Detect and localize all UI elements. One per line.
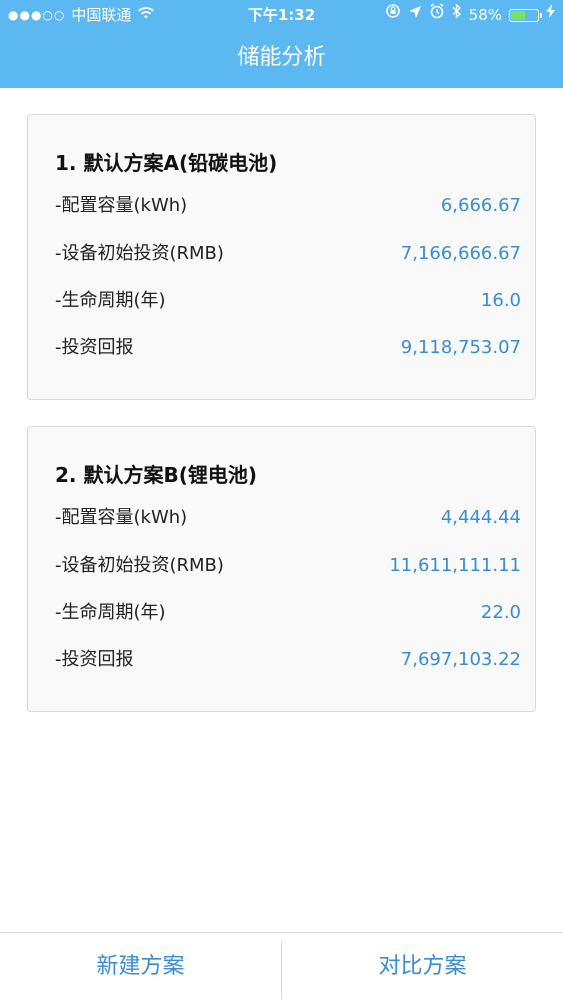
plan-title: 1. 默认方案A(铅碳电池) [55,151,278,175]
row-label: -生命周期(年) [55,290,166,311]
row-label: -投资回报 [55,337,134,358]
row-value: 9,118,753.07 [400,337,521,358]
row-label: -投资回报 [55,649,134,670]
plan-card-a[interactable]: 1. 默认方案A(铅碳电池) -配置容量(kWh) 6,666.67 -设备初始… [27,114,536,400]
plan-row-lifecycle: -生命周期(年) 16.0 [55,286,521,316]
bluetooth-icon [452,0,462,30]
plan-row-investment: -设备初始投资(RMB) 7,166,666.67 [55,239,521,269]
plan-row-lifecycle: -生命周期(年) 22.0 [55,598,521,628]
row-label: -设备初始投资(RMB) [55,243,224,264]
nav-bar: 储能分析 [0,30,563,88]
location-arrow-icon [408,0,422,30]
page-title: 储能分析 [237,45,326,70]
row-value: 22.0 [480,602,521,623]
compare-plan-button[interactable]: 对比方案 [282,933,563,1000]
row-value: 7,166,666.67 [400,243,521,264]
screen: ●●●○○ 中国联通 下午1:32 58% 储能分析 1. 默认方案A(铅碳电池… [0,0,563,1000]
plan-row-capacity: -配置容量(kWh) 6,666.67 [55,191,521,221]
charging-bolt-icon [546,0,555,30]
alarm-icon [429,0,445,30]
row-label: -配置容量(kWh) [55,507,188,528]
plan-row-capacity: -配置容量(kWh) 4,444.44 [55,503,521,533]
plan-row-return: -投资回报 9,118,753.07 [55,333,521,363]
battery-percent: 58% [468,6,502,24]
plan-card-b[interactable]: 2. 默认方案B(锂电池) -配置容量(kWh) 4,444.44 -设备初始投… [27,426,536,712]
battery-icon [509,8,542,22]
status-right: 58% [385,0,555,30]
row-value: 6,666.67 [440,195,521,216]
new-plan-button[interactable]: 新建方案 [0,933,281,1000]
plan-title: 2. 默认方案B(锂电池) [55,463,258,487]
plan-row-investment: -设备初始投资(RMB) 11,611,111.11 [55,551,521,581]
battery-level-fill [511,10,525,20]
header: ●●●○○ 中国联通 下午1:32 58% 储能分析 [0,0,563,88]
row-label: -配置容量(kWh) [55,195,188,216]
rotation-lock-icon [385,0,401,30]
row-value: 4,444.44 [440,507,521,528]
row-value: 7,697,103.22 [400,649,521,670]
row-value: 16.0 [480,290,521,311]
bottom-toolbar: 新建方案 对比方案 [0,932,563,1000]
status-bar: ●●●○○ 中国联通 下午1:32 58% [0,0,563,30]
row-value: 11,611,111.11 [389,555,521,576]
plan-row-return: -投资回报 7,697,103.22 [55,645,521,675]
row-label: -设备初始投资(RMB) [55,555,224,576]
row-label: -生命周期(年) [55,602,166,623]
